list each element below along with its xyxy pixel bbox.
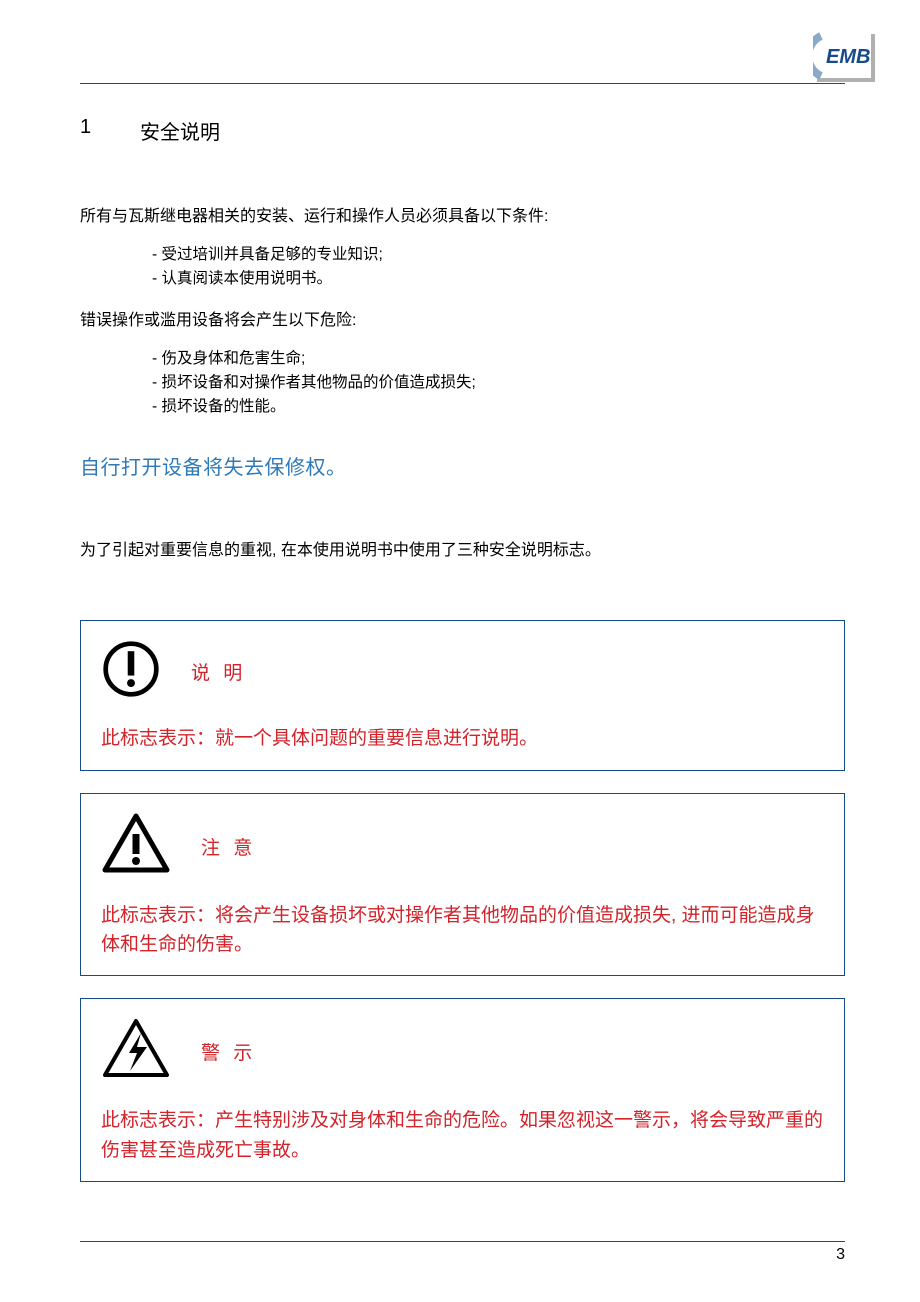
document-page: EMB 1 安全说明 所有与瓦斯继电器相关的安装、运行和操作人员必须具备以下条件… xyxy=(0,0,920,1302)
section-heading: 1 安全说明 xyxy=(80,116,845,145)
logo-text: EMB xyxy=(826,46,870,68)
bottom-divider xyxy=(80,1241,845,1242)
notice-label: 注 意 xyxy=(201,833,256,860)
page-footer: 3 xyxy=(80,1241,845,1264)
icon-row: 注 意 xyxy=(101,812,824,881)
notice-body: 此标志表示：就一个具体问题的重要信息进行说明。 xyxy=(101,724,824,753)
notice-box-warning: 警 示 此标志表示：产生特别涉及对身体和生命的危险。如果忽视这一警示，将会导致严… xyxy=(80,998,845,1182)
notice-box-info: 说 明 此标志表示：就一个具体问题的重要信息进行说明。 xyxy=(80,620,845,770)
list-item: 认真阅读本使用说明书。 xyxy=(152,267,845,291)
notice-box-caution: 注 意 此标志表示：将会产生设备损坏或对操作者其他物品的价值造成损失, 进而可能… xyxy=(80,793,845,977)
list-item: 伤及身体和危害生命; xyxy=(152,347,845,371)
paragraph-3: 为了引起对重要信息的重视, 在本使用说明书中使用了三种安全说明标志。 xyxy=(80,536,845,560)
notice-label: 说 明 xyxy=(191,658,246,685)
list-item: 受过培训并具备足够的专业知识; xyxy=(152,243,845,267)
electric-hazard-icon xyxy=(101,1017,171,1086)
intro-paragraph: 所有与瓦斯继电器相关的安装、运行和操作人员必须具备以下条件: xyxy=(80,205,845,229)
notice-body: 此标志表示：产生特别涉及对身体和生命的危险。如果忽视这一警示，将会导致严重的伤害… xyxy=(101,1106,824,1165)
icon-row: 警 示 xyxy=(101,1017,824,1086)
warning-triangle-icon xyxy=(101,812,171,881)
danger-list: 伤及身体和危害生命; 损坏设备和对操作者其他物品的价值造成损失; 损坏设备的性能… xyxy=(152,347,845,419)
top-divider xyxy=(80,83,845,84)
list-item: 损坏设备的性能。 xyxy=(152,395,845,419)
list-item: 损坏设备和对操作者其他物品的价值造成损失; xyxy=(152,371,845,395)
notice-label: 警 示 xyxy=(201,1038,256,1065)
page-number: 3 xyxy=(80,1246,845,1264)
exclamation-circle-icon xyxy=(101,639,161,704)
section-number: 1 xyxy=(80,116,140,145)
notice-body: 此标志表示：将会产生设备损坏或对操作者其他物品的价值造成损失, 进而可能造成身体… xyxy=(101,901,824,960)
icon-row: 说 明 xyxy=(101,639,824,704)
paragraph-2: 错误操作或滥用设备将会产生以下危险: xyxy=(80,309,845,333)
emb-logo: EMB xyxy=(813,30,875,82)
blue-warning: 自行打开设备将失去保修权。 xyxy=(80,451,845,480)
requirements-list: 受过培训并具备足够的专业知识; 认真阅读本使用说明书。 xyxy=(152,243,845,291)
section-title: 安全说明 xyxy=(140,116,220,145)
